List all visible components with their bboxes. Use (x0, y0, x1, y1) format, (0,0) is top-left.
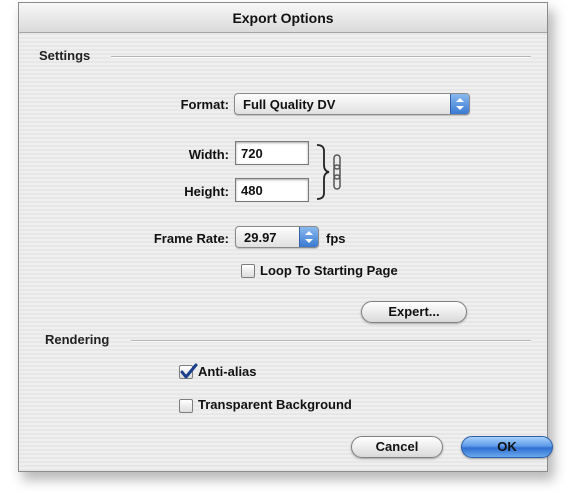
transparent-background-checkbox[interactable] (179, 399, 193, 413)
transparent-background-label: Transparent Background (198, 397, 352, 412)
expert-button[interactable]: Expert... (361, 301, 467, 323)
constrain-proportions-icon[interactable] (315, 143, 345, 204)
width-label: Width: (188, 147, 229, 162)
format-select[interactable]: Full Quality DV (234, 93, 470, 115)
frame-rate-label: Frame Rate: (153, 231, 229, 246)
anti-alias-label: Anti-alias (198, 364, 257, 379)
loop-checkbox[interactable] (241, 264, 255, 278)
anti-alias-checkbox[interactable] (179, 363, 198, 379)
checkmark-icon (180, 363, 198, 379)
fps-unit-label: fps (326, 231, 346, 246)
format-label: Format: (180, 97, 229, 112)
ok-button[interactable]: OK (461, 436, 553, 458)
height-label: Height: (184, 184, 229, 199)
settings-separator (111, 56, 531, 58)
loop-label: Loop To Starting Page (260, 263, 398, 278)
dialog-title: Export Options (232, 10, 334, 26)
height-value: 480 (241, 183, 263, 198)
width-value: 720 (241, 146, 263, 161)
updown-arrows-icon (299, 227, 318, 247)
export-options-dialog: Export Options Settings Format: Full Qua… (18, 2, 553, 472)
settings-group-label: Settings (39, 48, 91, 63)
rendering-separator (131, 340, 531, 342)
frame-rate-value: 29.97 (244, 230, 277, 245)
height-field[interactable]: 480 (235, 178, 309, 202)
title-bar[interactable]: Export Options (19, 3, 547, 33)
width-field[interactable]: 720 (235, 141, 309, 165)
cancel-button[interactable]: Cancel (351, 436, 443, 458)
rendering-group-label: Rendering (45, 332, 110, 347)
updown-arrows-icon (450, 94, 469, 114)
format-value: Full Quality DV (243, 97, 336, 112)
frame-rate-select[interactable]: 29.97 (235, 226, 319, 248)
